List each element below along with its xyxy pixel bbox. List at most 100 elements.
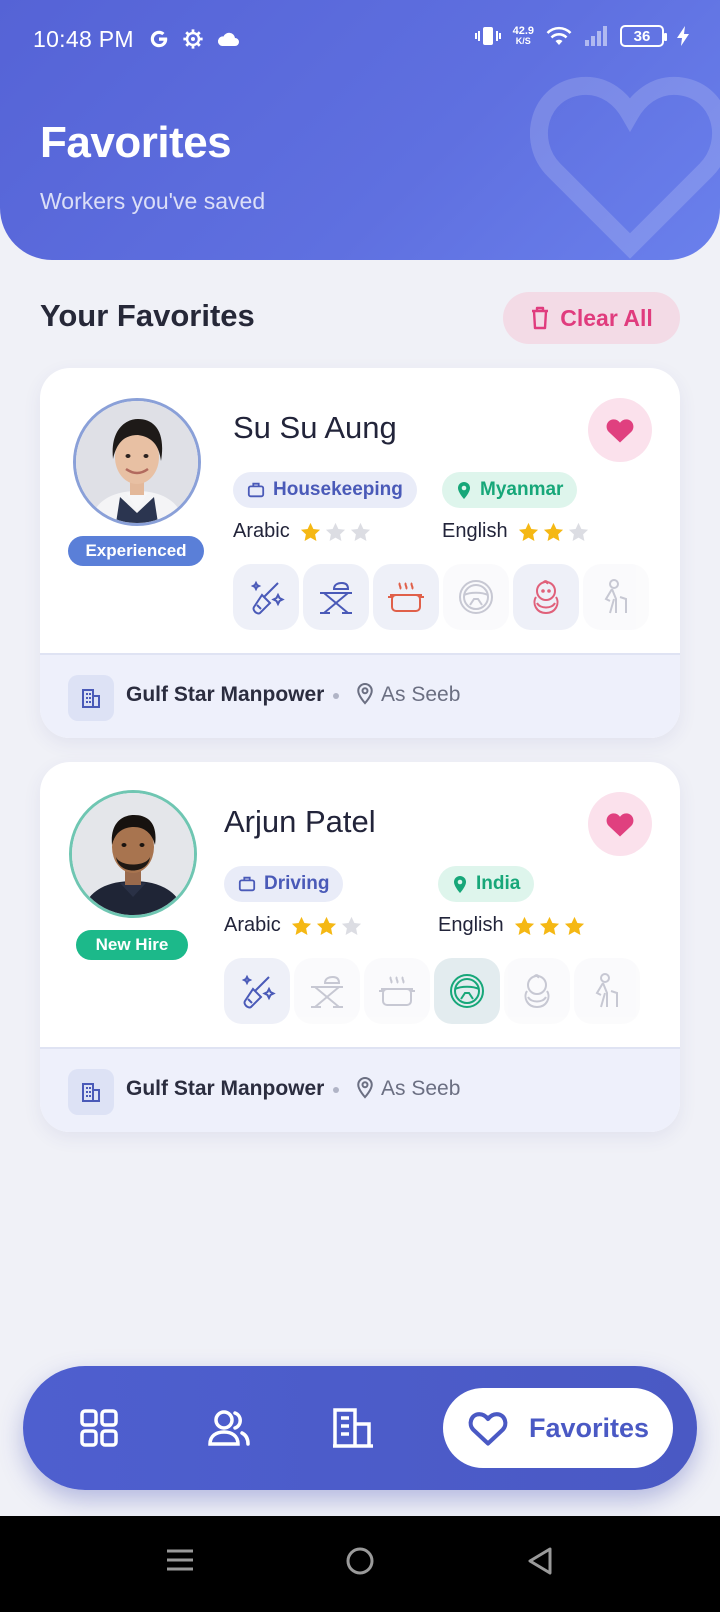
briefcase-icon: [238, 876, 256, 892]
star-rating: [518, 522, 589, 542]
cleaning-icon: [250, 580, 285, 615]
language-rating-english: English: [438, 914, 585, 937]
baby-care-icon: [524, 974, 550, 1009]
status-left-icons: [148, 28, 240, 50]
building-icon: [68, 675, 114, 721]
skills-row: [233, 564, 649, 630]
language-rating-english: English: [442, 520, 589, 543]
network-speed-unit: K/S: [515, 36, 531, 46]
star-rating: [291, 916, 362, 936]
area-label: As Seeb: [381, 683, 461, 706]
language-rating-arabic: Arabic: [233, 520, 371, 543]
vibrate-icon: [474, 27, 501, 45]
worker-name: Arjun Patel: [224, 804, 376, 839]
skill-elderly-care: [583, 564, 649, 630]
wifi-icon: [546, 26, 572, 45]
dashboard-grid-icon: [80, 1409, 118, 1447]
avatar: [73, 398, 201, 526]
skill-cooking: [373, 564, 439, 630]
agencies-building-icon: [333, 1408, 373, 1448]
section-title: Your Favorites: [40, 298, 255, 333]
unfavorite-button[interactable]: [588, 398, 652, 462]
area-label: As Seeb: [381, 1077, 461, 1100]
worker-card[interactable]: Experienced Su Su Aung Housekeeping Myan…: [40, 368, 680, 738]
charging-bolt-icon: [677, 26, 689, 46]
google-icon: [150, 30, 168, 48]
recent-apps-icon[interactable]: [166, 1546, 194, 1574]
driving-icon: [459, 580, 493, 614]
location-pin-icon: [357, 682, 373, 705]
star-filled-icon: [291, 916, 311, 935]
skill-driving: [434, 958, 500, 1024]
bottom-nav: Favorites: [23, 1366, 697, 1490]
location-pin-icon: [458, 482, 470, 499]
cleaning-icon: [241, 974, 276, 1009]
system-nav-bar: [0, 1516, 720, 1612]
briefcase-icon: [247, 482, 265, 498]
separator-dot: [333, 693, 339, 699]
skill-driving: [443, 564, 509, 630]
status-time: 10:48 PM: [33, 26, 134, 52]
cooking-icon: [388, 582, 424, 612]
worker-card[interactable]: New Hire Arjun Patel Driving India Arabi…: [40, 762, 680, 1132]
unfavorite-button[interactable]: [588, 792, 652, 856]
skill-baby-care: [513, 564, 579, 630]
skill-cleaning: [233, 564, 299, 630]
agency-footer: Gulf Star Manpower As Seeb: [40, 653, 680, 738]
language-label: Arabic: [224, 914, 281, 936]
status-right-icons: 42.9 K/S 36: [474, 24, 690, 48]
star-empty-icon: [341, 916, 361, 935]
star-filled-icon: [316, 916, 336, 935]
location-pin-icon: [357, 1076, 373, 1099]
star-filled-icon: [518, 522, 538, 541]
settings-gear-icon: [183, 29, 203, 49]
heart-filled-icon: [606, 419, 634, 443]
network-speed-value: 42.9: [512, 25, 534, 37]
nav-favorites[interactable]: Favorites: [443, 1388, 673, 1468]
skills-row: [224, 958, 640, 1024]
nav-agencies[interactable]: [327, 1402, 379, 1454]
workers-icon: [208, 1410, 250, 1446]
skill-baby-care: [504, 958, 570, 1024]
skill-ironing: [303, 564, 369, 630]
star-filled-icon: [564, 916, 584, 935]
agency-name: Gulf Star Manpower: [126, 683, 325, 706]
nav-dashboard[interactable]: [73, 1402, 125, 1454]
skill-cleaning: [224, 958, 290, 1024]
nav-favorites-label: Favorites: [528, 1412, 650, 1443]
status-badge: New Hire: [76, 930, 188, 960]
agency-footer: Gulf Star Manpower As Seeb: [40, 1047, 680, 1132]
back-icon[interactable]: [526, 1546, 554, 1576]
clear-all-label: Clear All: [560, 304, 653, 331]
country-chip: India: [438, 866, 535, 902]
star-empty-icon: [350, 522, 370, 541]
cooking-icon: [379, 976, 415, 1006]
star-filled-icon: [300, 522, 320, 541]
worker-name: Su Su Aung: [233, 410, 397, 445]
agency-name: Gulf Star Manpower: [126, 1077, 325, 1100]
star-empty-icon: [325, 522, 345, 541]
star-empty-icon: [568, 522, 588, 541]
skill-cooking: [364, 958, 430, 1024]
star-filled-icon: [514, 916, 534, 935]
clear-all-button[interactable]: Clear All: [503, 292, 680, 344]
trash-icon: [532, 306, 549, 330]
elderly-care-icon: [595, 973, 618, 1008]
category-chip: Housekeeping: [233, 472, 417, 508]
location-pin-icon: [454, 876, 466, 893]
country-label: Myanmar: [480, 479, 564, 500]
category-label: Driving: [264, 873, 330, 894]
nav-workers[interactable]: [203, 1402, 255, 1454]
language-rating-arabic: Arabic: [224, 914, 362, 937]
status-bar: 10:48 PM 42.9 K/S 36: [0, 0, 720, 80]
heart-filled-icon: [606, 813, 634, 837]
category-chip: Driving: [224, 866, 344, 902]
heart-outline-icon: [468, 1412, 508, 1446]
battery-indicator: 36: [620, 25, 667, 47]
language-label: Arabic: [233, 520, 290, 542]
cellular-signal-icon: [585, 26, 607, 46]
home-icon[interactable]: [345, 1546, 375, 1576]
country-label: India: [476, 873, 521, 894]
ironing-icon: [320, 581, 352, 614]
star-rating: [514, 916, 585, 936]
